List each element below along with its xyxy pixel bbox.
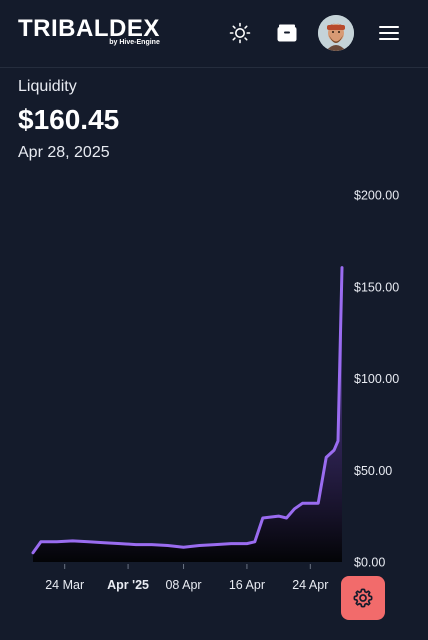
avatar[interactable] <box>318 15 354 51</box>
liquidity-value: $160.45 <box>18 104 120 135</box>
menu-icon[interactable] <box>378 22 400 44</box>
y-tick-label: $50.00 <box>354 464 392 478</box>
logo[interactable]: TRIBALDEX by Hive-Engine <box>18 15 160 47</box>
x-tick-label: 08 Apr <box>165 578 201 592</box>
sun-icon[interactable] <box>229 22 251 44</box>
y-tick-label: $150.00 <box>354 280 399 294</box>
x-tick-label: 24 Mar <box>45 578 84 592</box>
series-area <box>33 267 342 562</box>
y-tick-label: $100.00 <box>354 372 399 386</box>
section-label: Liquidity <box>18 78 77 95</box>
top-bar: TRIBALDEX by Hive-Engine <box>0 0 428 68</box>
x-tick-label: Apr '25 <box>107 578 149 592</box>
liquidity-date: Apr 28, 2025 <box>18 144 110 161</box>
gear-icon <box>353 588 373 608</box>
x-tick-label: 16 Apr <box>229 578 265 592</box>
wallet-icon[interactable] <box>276 22 298 44</box>
y-tick-label: $200.00 <box>354 189 399 203</box>
liquidity-chart[interactable]: $200.00 $150.00 $100.00 $50.00 $0.00 24 Mar A… <box>0 180 428 600</box>
logo-text: TRIBALDEX <box>18 15 160 42</box>
settings-button[interactable] <box>341 576 385 620</box>
x-tick-label: 24 Apr <box>292 578 328 592</box>
y-tick-label: $0.00 <box>354 556 385 570</box>
logo-subtitle: by Hive-Engine <box>109 39 160 46</box>
